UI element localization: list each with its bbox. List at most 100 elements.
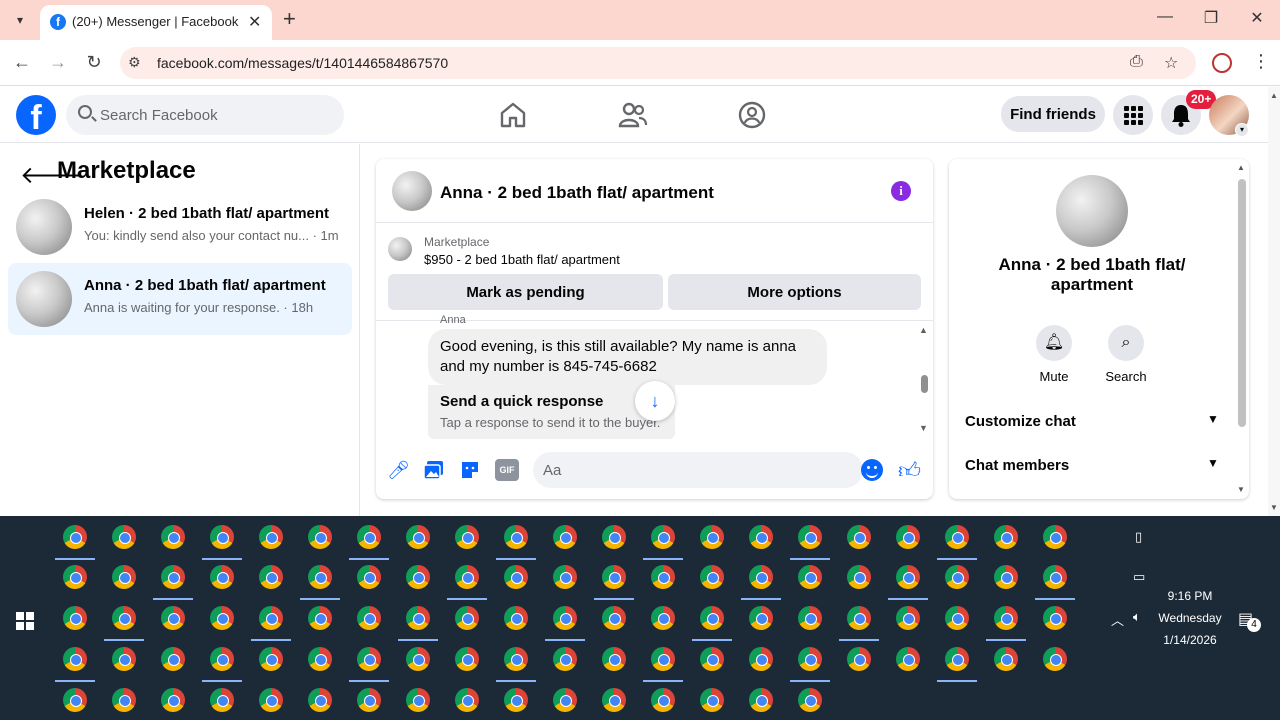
scroll-down-icon[interactable]: ▼ bbox=[1270, 503, 1278, 512]
taskbar-app-icon[interactable] bbox=[749, 688, 773, 712]
taskbar-app-icon[interactable] bbox=[602, 565, 626, 589]
taskbar-app-icon[interactable] bbox=[896, 565, 920, 589]
taskbar-app-icon[interactable] bbox=[63, 565, 87, 589]
minimize-icon[interactable]: — bbox=[1150, 8, 1180, 26]
scroll-to-bottom-icon[interactable]: ↓ bbox=[635, 381, 675, 421]
emoji-icon[interactable] bbox=[861, 459, 883, 481]
site-info-icon[interactable]: ⚙ bbox=[128, 54, 141, 71]
search-button[interactable]: ⌕ Search bbox=[1096, 325, 1156, 384]
taskbar-app-icon[interactable] bbox=[1043, 565, 1067, 589]
scroll-thumb[interactable] bbox=[921, 375, 928, 393]
taskbar-app-icon[interactable] bbox=[406, 647, 430, 671]
taskbar-app-icon[interactable] bbox=[504, 606, 528, 630]
show-hidden-icons[interactable]: ︿ bbox=[1111, 610, 1124, 629]
mark-as-pending-button[interactable]: Mark as pending bbox=[388, 274, 663, 310]
scroll-down-icon[interactable]: ▼ bbox=[919, 423, 928, 433]
chat-title[interactable]: Anna · 2 bed 1bath flat/ apartment bbox=[440, 183, 714, 203]
browser-tab[interactable]: f (20+) Messenger | Facebook ✕ bbox=[40, 5, 272, 40]
chevron-down-icon[interactable]: ▾ bbox=[1235, 123, 1249, 137]
window-close-icon[interactable]: ✕ bbox=[1242, 8, 1272, 28]
scroll-up-icon[interactable]: ▲ bbox=[1270, 91, 1278, 100]
message-input[interactable] bbox=[543, 452, 823, 488]
taskbar-app-icon[interactable] bbox=[259, 525, 283, 549]
taskbar-app-icon[interactable] bbox=[259, 565, 283, 589]
taskbar-app-icon[interactable] bbox=[210, 647, 234, 671]
taskbar-app-icon[interactable] bbox=[308, 647, 332, 671]
scroll-thumb[interactable] bbox=[1238, 179, 1246, 427]
phone-link-icon[interactable]: ▯ bbox=[1135, 529, 1142, 545]
taskbar-app-icon[interactable] bbox=[357, 688, 381, 712]
taskbar-app-icon[interactable] bbox=[945, 525, 969, 549]
taskbar-app-icon[interactable] bbox=[602, 647, 626, 671]
taskbar-app-icon[interactable] bbox=[63, 606, 87, 630]
taskbar-app-icon[interactable] bbox=[994, 647, 1018, 671]
clock-day[interactable]: Wednesday bbox=[1145, 611, 1235, 625]
taskbar-app-icon[interactable] bbox=[847, 647, 871, 671]
taskbar-app-icon[interactable] bbox=[994, 565, 1018, 589]
find-friends-button[interactable]: Find friends bbox=[1001, 96, 1105, 132]
taskbar-app-icon[interactable] bbox=[161, 606, 185, 630]
taskbar-app-icon[interactable] bbox=[651, 606, 675, 630]
conversation-item-helen[interactable]: Helen · 2 bed 1bath flat/ apartment You:… bbox=[8, 191, 352, 263]
taskbar-app-icon[interactable] bbox=[602, 688, 626, 712]
restore-icon[interactable]: ❐ bbox=[1196, 8, 1226, 28]
taskbar-app-icon[interactable] bbox=[406, 525, 430, 549]
taskbar-app-icon[interactable] bbox=[357, 647, 381, 671]
taskbar-app-icon[interactable] bbox=[749, 525, 773, 549]
taskbar-app-icon[interactable] bbox=[994, 525, 1018, 549]
taskbar-app-icon[interactable] bbox=[798, 647, 822, 671]
taskbar-app-icon[interactable] bbox=[504, 565, 528, 589]
taskbar-app-icon[interactable] bbox=[896, 647, 920, 671]
customize-chat-row[interactable]: Customize chat ▼ bbox=[957, 403, 1229, 439]
taskbar-app-icon[interactable] bbox=[749, 647, 773, 671]
monitor-icon[interactable]: ▭ bbox=[1133, 569, 1145, 585]
taskbar-app-icon[interactable] bbox=[749, 565, 773, 589]
tab-search-icon[interactable]: ▾ bbox=[10, 11, 30, 29]
conversation-item-anna[interactable]: Anna · 2 bed 1bath flat/ apartment Anna … bbox=[8, 263, 352, 335]
taskbar-app-icon[interactable] bbox=[357, 606, 381, 630]
taskbar-app-icon[interactable] bbox=[994, 606, 1018, 630]
friends-icon[interactable] bbox=[617, 99, 649, 131]
taskbar-app-icon[interactable] bbox=[308, 688, 332, 712]
taskbar-app-icon[interactable] bbox=[651, 647, 675, 671]
taskbar-app-icon[interactable] bbox=[700, 688, 724, 712]
chat-scrollbar[interactable]: ▲ ▼ bbox=[917, 325, 931, 437]
taskbar-app-icon[interactable] bbox=[455, 606, 479, 630]
taskbar-app-icon[interactable] bbox=[112, 525, 136, 549]
facebook-logo-icon[interactable]: f bbox=[16, 95, 56, 135]
info-scrollbar[interactable]: ▲ ▼ bbox=[1235, 163, 1247, 495]
taskbar-app-icon[interactable] bbox=[553, 647, 577, 671]
taskbar-app-icon[interactable] bbox=[651, 525, 675, 549]
taskbar-app-icon[interactable] bbox=[553, 606, 577, 630]
taskbar-app-icon[interactable] bbox=[259, 688, 283, 712]
taskbar-app-icon[interactable] bbox=[455, 688, 479, 712]
taskbar-app-icon[interactable] bbox=[798, 688, 822, 712]
taskbar-app-icon[interactable] bbox=[700, 606, 724, 630]
taskbar-app-icon[interactable] bbox=[112, 565, 136, 589]
mute-button[interactable]: 🔔︎ Mute bbox=[1024, 325, 1084, 384]
scroll-up-icon[interactable]: ▲ bbox=[1237, 163, 1245, 172]
address-bar[interactable]: ⚙ facebook.com/messages/t/14014465848675… bbox=[120, 47, 1196, 79]
taskbar-app-icon[interactable] bbox=[847, 525, 871, 549]
taskbar-app-icon[interactable] bbox=[259, 606, 283, 630]
taskbar-app-icon[interactable] bbox=[455, 565, 479, 589]
windows-start-icon[interactable] bbox=[16, 612, 34, 630]
taskbar-app-icon[interactable] bbox=[406, 606, 430, 630]
message-composer[interactable] bbox=[533, 452, 863, 488]
taskbar-app-icon[interactable] bbox=[553, 688, 577, 712]
thumbs-up-icon[interactable]: 👍︎ bbox=[898, 457, 921, 484]
taskbar-app-icon[interactable] bbox=[357, 565, 381, 589]
taskbar-app-icon[interactable] bbox=[1043, 647, 1067, 671]
browser-menu-icon[interactable]: ⋮ bbox=[1252, 51, 1270, 72]
taskbar-app-icon[interactable] bbox=[553, 565, 577, 589]
taskbar-app-icon[interactable] bbox=[406, 688, 430, 712]
menu-grid-button[interactable] bbox=[1113, 95, 1153, 135]
taskbar-app-icon[interactable] bbox=[798, 606, 822, 630]
taskbar-app-icon[interactable] bbox=[847, 565, 871, 589]
taskbar-app-icon[interactable] bbox=[945, 606, 969, 630]
more-options-button[interactable]: More options bbox=[668, 274, 921, 310]
taskbar-app-icon[interactable] bbox=[553, 525, 577, 549]
chat-members-row[interactable]: Chat members ▼ bbox=[957, 447, 1229, 483]
home-icon[interactable] bbox=[497, 99, 529, 131]
taskbar-app-icon[interactable] bbox=[112, 688, 136, 712]
